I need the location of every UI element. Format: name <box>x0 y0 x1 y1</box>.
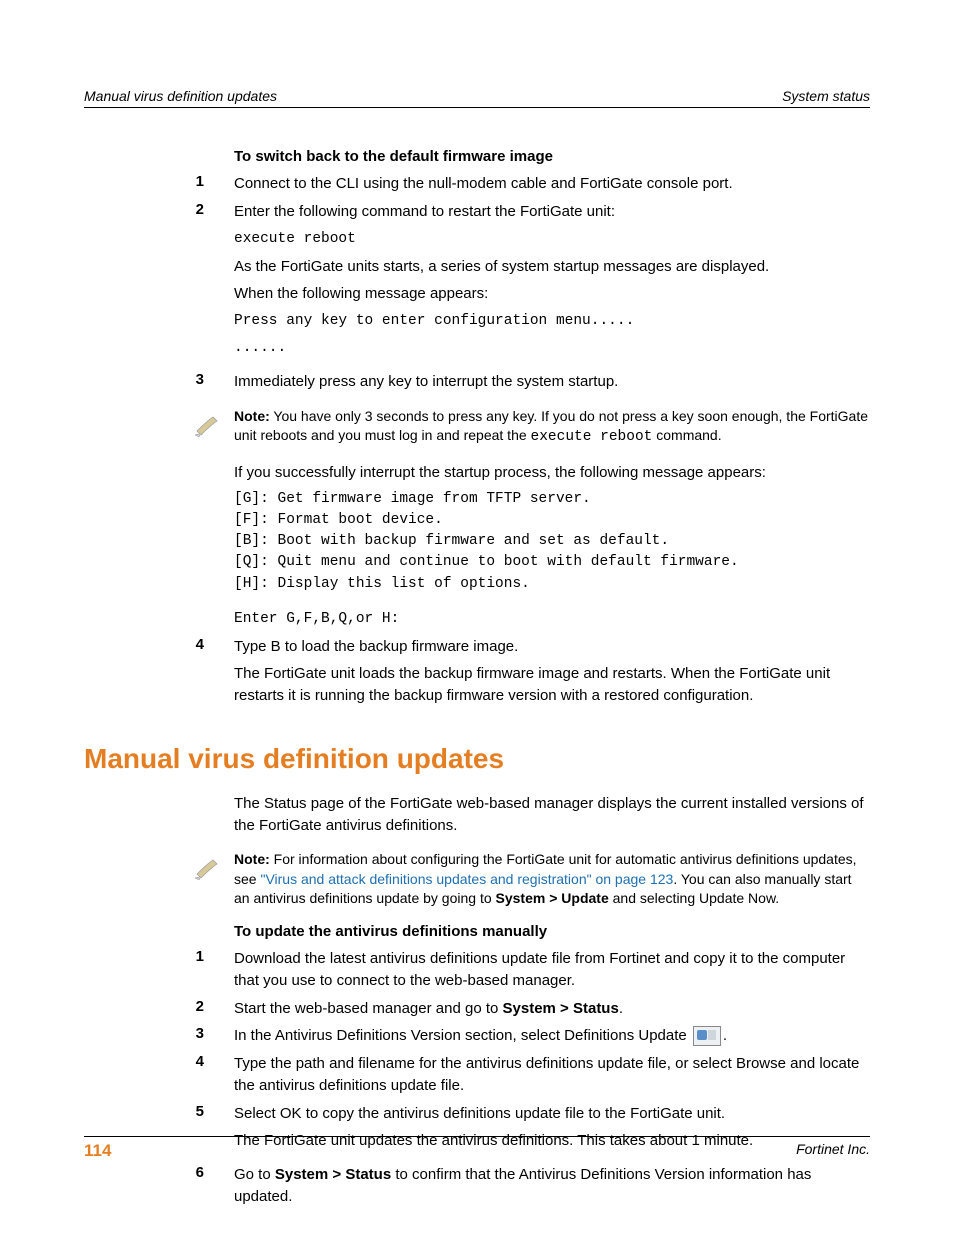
step-line: Enter the following command to restart t… <box>234 201 870 223</box>
cross-reference-link[interactable]: "Virus and attack definitions updates an… <box>260 871 673 887</box>
step-3: 3 Immediately press any key to interrupt… <box>234 371 870 393</box>
step-text: Start the web-based manager and go to Sy… <box>234 998 870 1020</box>
procedure-heading-1: To switch back to the default firmware i… <box>234 148 870 165</box>
note-text: Note: For information about configuring … <box>234 850 870 909</box>
note-block: Note: For information about configuring … <box>186 850 870 909</box>
paragraph: If you successfully interrupt the startu… <box>234 462 870 484</box>
note-icon <box>186 850 234 882</box>
step-number: 3 <box>186 1025 234 1047</box>
cli-output: ...... <box>234 338 870 359</box>
header-left: Manual virus definition updates <box>84 88 277 104</box>
note-part: and selecting Update Now. <box>609 890 779 906</box>
menu-line: [Q]: Quit menu and continue to boot with… <box>234 552 870 573</box>
menu-path: System > Status <box>503 1000 619 1017</box>
step-text: Download the latest antivirus definition… <box>234 948 870 992</box>
menu-line: [H]: Display this list of options. <box>234 574 870 595</box>
header-right: System status <box>782 88 870 104</box>
note-label: Note: <box>234 408 270 424</box>
definitions-update-icon <box>693 1026 721 1046</box>
step-line: When the following message appears: <box>234 283 870 305</box>
step-line: Type B to load the backup firmware image… <box>234 636 870 658</box>
paragraph: The Status page of the FortiGate web-bas… <box>234 793 870 837</box>
menu-line: [G]: Get firmware image from TFTP server… <box>234 489 870 510</box>
text-part: . <box>723 1027 727 1044</box>
page-number: 114 <box>84 1141 111 1161</box>
document-page: Manual virus definition updates System s… <box>0 0 954 1235</box>
update-step-1: 1 Download the latest antivirus definiti… <box>234 948 870 992</box>
note-block: Note: You have only 3 seconds to press a… <box>186 407 870 448</box>
step-number: 2 <box>186 201 234 365</box>
note-label: Note: <box>234 851 270 867</box>
page-header: Manual virus definition updates System s… <box>84 88 870 108</box>
step-number: 2 <box>186 998 234 1020</box>
step-number: 6 <box>186 1164 234 1208</box>
step-1: 1 Connect to the CLI using the null-mode… <box>234 173 870 195</box>
menu-line: [B]: Boot with backup firmware and set a… <box>234 531 870 552</box>
step-line: Select OK to copy the antivirus definiti… <box>234 1103 870 1125</box>
menu-path: System > Status <box>275 1166 391 1183</box>
step-text: Type the path and filename for the antiv… <box>234 1053 870 1097</box>
text-part: . <box>619 1000 623 1017</box>
update-step-3: 3 In the Antivirus Definitions Version s… <box>234 1025 870 1047</box>
step-number: 1 <box>186 948 234 992</box>
menu-path: System > Update <box>496 890 609 906</box>
footer-company: Fortinet Inc. <box>796 1141 870 1161</box>
text-part: Go to <box>234 1166 275 1183</box>
content-area: To switch back to the default firmware i… <box>234 148 870 1208</box>
step-2: 2 Enter the following command to restart… <box>234 201 870 365</box>
update-step-2: 2 Start the web-based manager and go to … <box>234 998 870 1020</box>
step-text: Go to System > Status to confirm that th… <box>234 1164 870 1208</box>
step-body: Enter the following command to restart t… <box>234 201 870 365</box>
note-icon <box>186 407 234 439</box>
step-number: 4 <box>186 1053 234 1097</box>
step-text: Immediately press any key to interrupt t… <box>234 371 870 393</box>
menu-line: [F]: Format boot device. <box>234 510 870 531</box>
cli-menu: [G]: Get firmware image from TFTP server… <box>234 489 870 629</box>
section-heading: Manual virus definition updates <box>84 743 870 775</box>
step-text: Connect to the CLI using the null-modem … <box>234 173 870 195</box>
step-number: 3 <box>186 371 234 393</box>
step-text: In the Antivirus Definitions Version sec… <box>234 1025 870 1047</box>
note-part: command. <box>652 427 721 443</box>
menu-line: Enter G,F,B,Q,or H: <box>234 609 870 630</box>
step-number: 1 <box>186 173 234 195</box>
step-4: 4 Type B to load the backup firmware ima… <box>234 636 870 713</box>
note-text: Note: You have only 3 seconds to press a… <box>234 407 870 448</box>
text-part: In the Antivirus Definitions Version sec… <box>234 1027 691 1044</box>
cli-command: execute reboot <box>234 229 870 250</box>
step-line: As the FortiGate units starts, a series … <box>234 256 870 278</box>
cli-output: Press any key to enter configuration men… <box>234 311 870 332</box>
step-line: The FortiGate unit loads the backup firm… <box>234 663 870 707</box>
text-part: Start the web-based manager and go to <box>234 1000 503 1017</box>
step-number: 4 <box>186 636 234 713</box>
step-body: Type B to load the backup firmware image… <box>234 636 870 713</box>
procedure-heading-2: To update the antivirus definitions manu… <box>234 923 870 940</box>
page-footer: 114 Fortinet Inc. <box>84 1136 870 1161</box>
update-step-4: 4 Type the path and filename for the ant… <box>234 1053 870 1097</box>
update-step-6: 6 Go to System > Status to confirm that … <box>234 1164 870 1208</box>
inline-cmd: execute reboot <box>531 429 653 445</box>
